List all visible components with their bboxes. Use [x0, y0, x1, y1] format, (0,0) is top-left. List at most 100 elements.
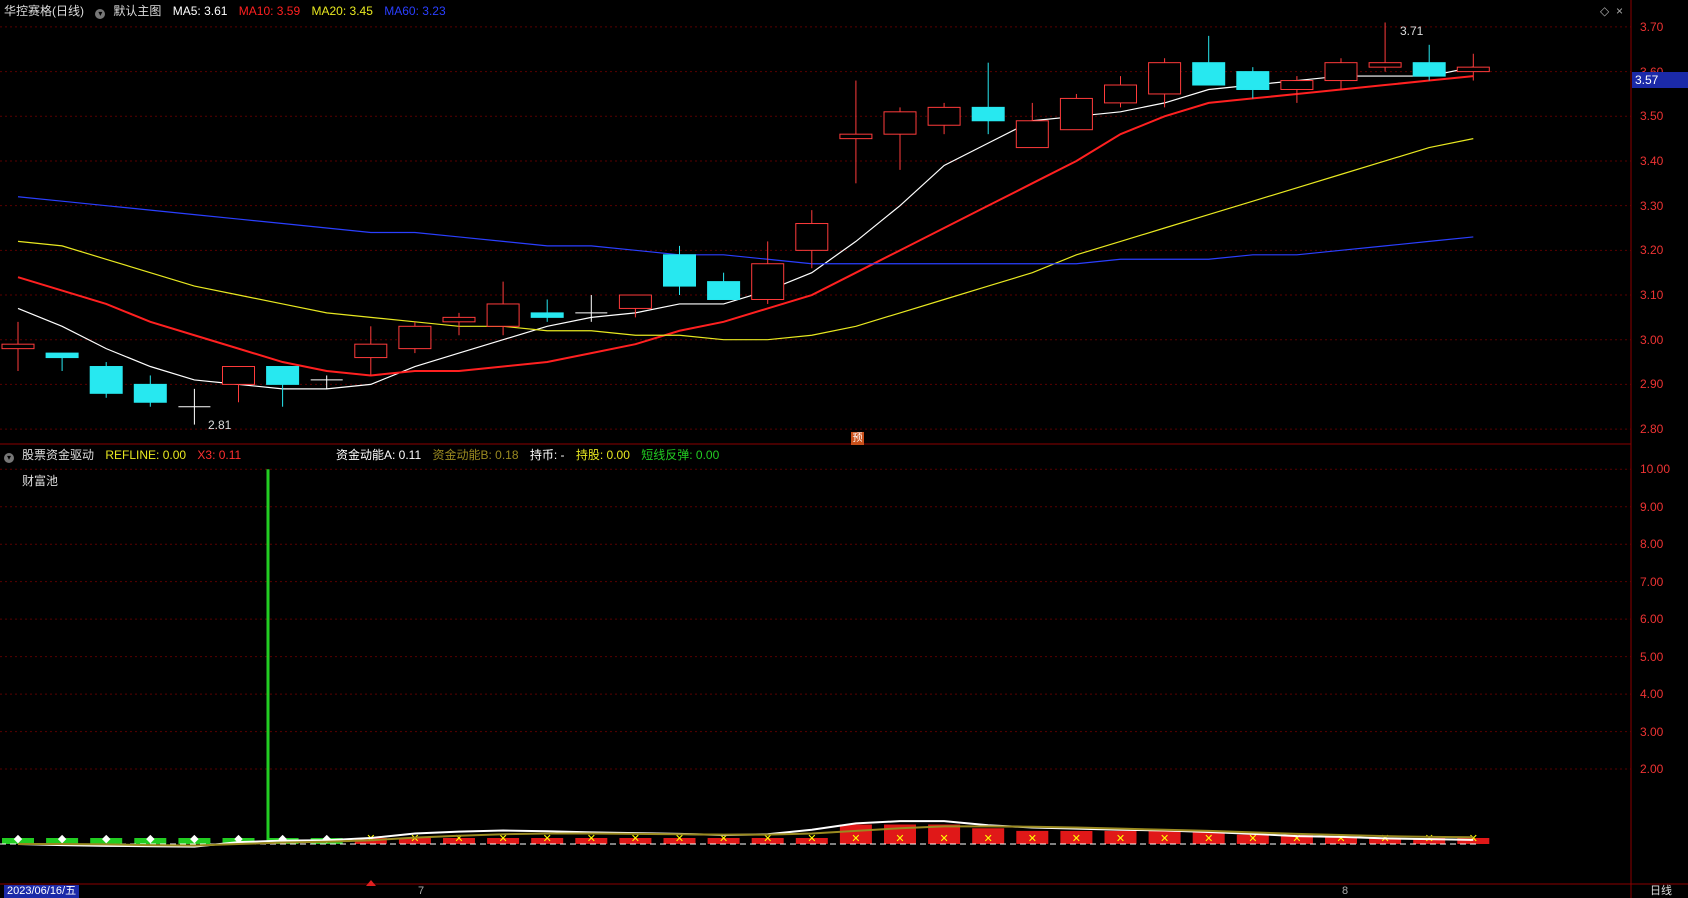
ma-line-ma60	[17, 196, 1474, 265]
main-chart-header: 华控赛格(日线) ▾ 默认主图 MA5: 3.61 MA10: 3.59 MA20…	[4, 4, 454, 19]
cross-marker: ✕	[1116, 832, 1125, 845]
candle-body	[1236, 71, 1270, 90]
fund-b-readout: 资金动能B: 0.18	[432, 448, 519, 462]
cross-marker: ✕	[1204, 832, 1213, 845]
candle-body	[618, 294, 652, 309]
candle-body	[45, 352, 79, 359]
kline-chart[interactable]: ◆ ◆ ◆ ◆ ◆ ◆ ◆ ◆ ✕ ✕ ✕ ✕ ✕ ✕ ✕ ✕ ✕ ✕ ✕ ✕ ✕ ✕ ✕ ✕ ✕ ✕ ✕ ✕ ✕ ✕ ✕ ✕ ✕ ✕	[0, 0, 1688, 898]
candle-body	[222, 366, 255, 385]
fund-a-readout: 资金动能A: 0.11	[336, 448, 422, 462]
cross-marker: ✕	[1028, 832, 1037, 845]
indicator-tick-label: 4.00	[1640, 687, 1664, 702]
close-icon[interactable]: ×	[1616, 4, 1623, 18]
chevron-down-icon[interactable]: ▾	[4, 453, 14, 463]
forecast-marker[interactable]: 预	[851, 432, 864, 445]
candle-body	[971, 106, 1005, 122]
cross-marker: ✕	[1469, 832, 1478, 845]
refline-readout: REFLINE: 0.00	[105, 448, 187, 462]
high-price-label: 3.71	[1400, 24, 1424, 38]
month-7-label: 7	[418, 885, 425, 897]
spike-bar	[266, 469, 270, 844]
indicator-tick-label: 9.00	[1640, 499, 1664, 514]
candle-body	[354, 343, 388, 359]
cross-marker: ✕	[454, 832, 463, 845]
candle-body	[1059, 97, 1093, 131]
price-tick-label: 3.40	[1640, 153, 1664, 168]
ma-line-ma20	[17, 138, 1474, 341]
ma20-readout: MA20: 3.45	[311, 4, 373, 18]
indicator-name[interactable]: 股票资金驱动	[22, 448, 94, 462]
hold-stock-readout: 持股: 0.00	[575, 448, 630, 462]
price-tick-label: 3.30	[1640, 198, 1664, 213]
diamond-icon[interactable]: ◇	[1600, 4, 1609, 18]
diamond-marker: ◆	[190, 832, 199, 845]
price-tick-label: 3.10	[1640, 288, 1664, 303]
period-label[interactable]: 日线	[1650, 885, 1672, 898]
candle-body	[707, 281, 741, 300]
cross-marker: ✕	[939, 832, 948, 845]
candle-body	[1368, 62, 1402, 68]
price-tick-label: 3.50	[1640, 109, 1664, 124]
candle-body	[133, 383, 167, 403]
candle-body	[1412, 62, 1446, 77]
diamond-marker: ◆	[102, 832, 111, 845]
chevron-down-icon[interactable]: ▾	[95, 9, 106, 19]
candle-body	[1, 343, 35, 350]
candle-body	[1456, 66, 1490, 73]
indicator-tick-label: 10.00	[1640, 462, 1671, 477]
price-tick-label: 3.00	[1640, 332, 1664, 347]
candle-body	[1015, 120, 1049, 149]
candle-body	[1280, 80, 1314, 90]
candle-body	[266, 366, 300, 385]
hold-coin-readout: 持币: -	[529, 448, 565, 462]
ma60-readout: MA60: 3.23	[384, 4, 446, 18]
indicator-tick-label: 2.00	[1640, 762, 1664, 777]
candle-body	[1104, 84, 1137, 104]
price-tick-label: 2.80	[1640, 422, 1664, 437]
candle-body	[530, 312, 564, 318]
month-8-label: 8	[1342, 885, 1349, 897]
low-price-label: 2.81	[208, 418, 232, 432]
rebound-readout: 短线反弹: 0.00	[641, 448, 720, 462]
candle-body	[89, 366, 123, 394]
stock-name[interactable]: 华控赛格(日线)	[4, 4, 84, 18]
candle-body	[795, 223, 829, 251]
cross-marker: ✕	[984, 832, 993, 845]
candle-body	[883, 111, 917, 135]
candle-body	[1324, 62, 1358, 82]
indicator-header: ▾ 股票资金驱动 REFLINE: 0.00 X3: 0.11	[4, 448, 249, 463]
main-chart-label[interactable]: 默认主图	[113, 4, 161, 18]
pool-label: 财富池	[22, 474, 59, 488]
x3-readout: X3: 0.11	[197, 448, 242, 462]
ma-line-ma10	[17, 75, 1474, 377]
candle-body	[1192, 62, 1226, 86]
candle-body	[398, 325, 432, 350]
ma-line-ma5	[17, 66, 1474, 390]
indicator-tick-label: 5.00	[1640, 649, 1664, 664]
indicator-tick-label: 6.00	[1640, 612, 1664, 627]
candle-body	[751, 263, 785, 300]
candle-body	[442, 316, 476, 323]
indicator-tick-label: 8.00	[1640, 537, 1664, 552]
cross-marker: ✕	[1072, 832, 1081, 845]
price-tick-label: 2.90	[1640, 377, 1664, 392]
scroll-marker-icon[interactable]	[366, 880, 376, 886]
current-price-tag: 3.57	[1632, 72, 1688, 88]
candle-body	[486, 303, 520, 327]
price-tick-label: 3.20	[1640, 243, 1664, 258]
candle-body	[927, 106, 961, 126]
cross-marker: ✕	[851, 832, 860, 845]
diamond-marker: ◆	[146, 832, 155, 845]
cross-marker: ✕	[895, 832, 904, 845]
candle-body	[839, 133, 873, 140]
price-tick-label: 3.70	[1640, 19, 1664, 34]
date-label: 2023/06/16/五	[4, 885, 80, 898]
cross-marker: ✕	[1160, 832, 1169, 845]
indicator-tick-label: 3.00	[1640, 724, 1664, 739]
ma10-readout: MA10: 3.59	[238, 4, 301, 18]
candle-body	[663, 254, 696, 287]
candle-body	[1148, 62, 1182, 95]
diamond-marker: ◆	[322, 832, 331, 845]
indicator-values: 资金动能A: 0.11 资金动能B: 0.18 持币: - 持股: 0.00 短…	[336, 448, 727, 462]
ma5-readout: MA5: 3.61	[172, 4, 228, 18]
